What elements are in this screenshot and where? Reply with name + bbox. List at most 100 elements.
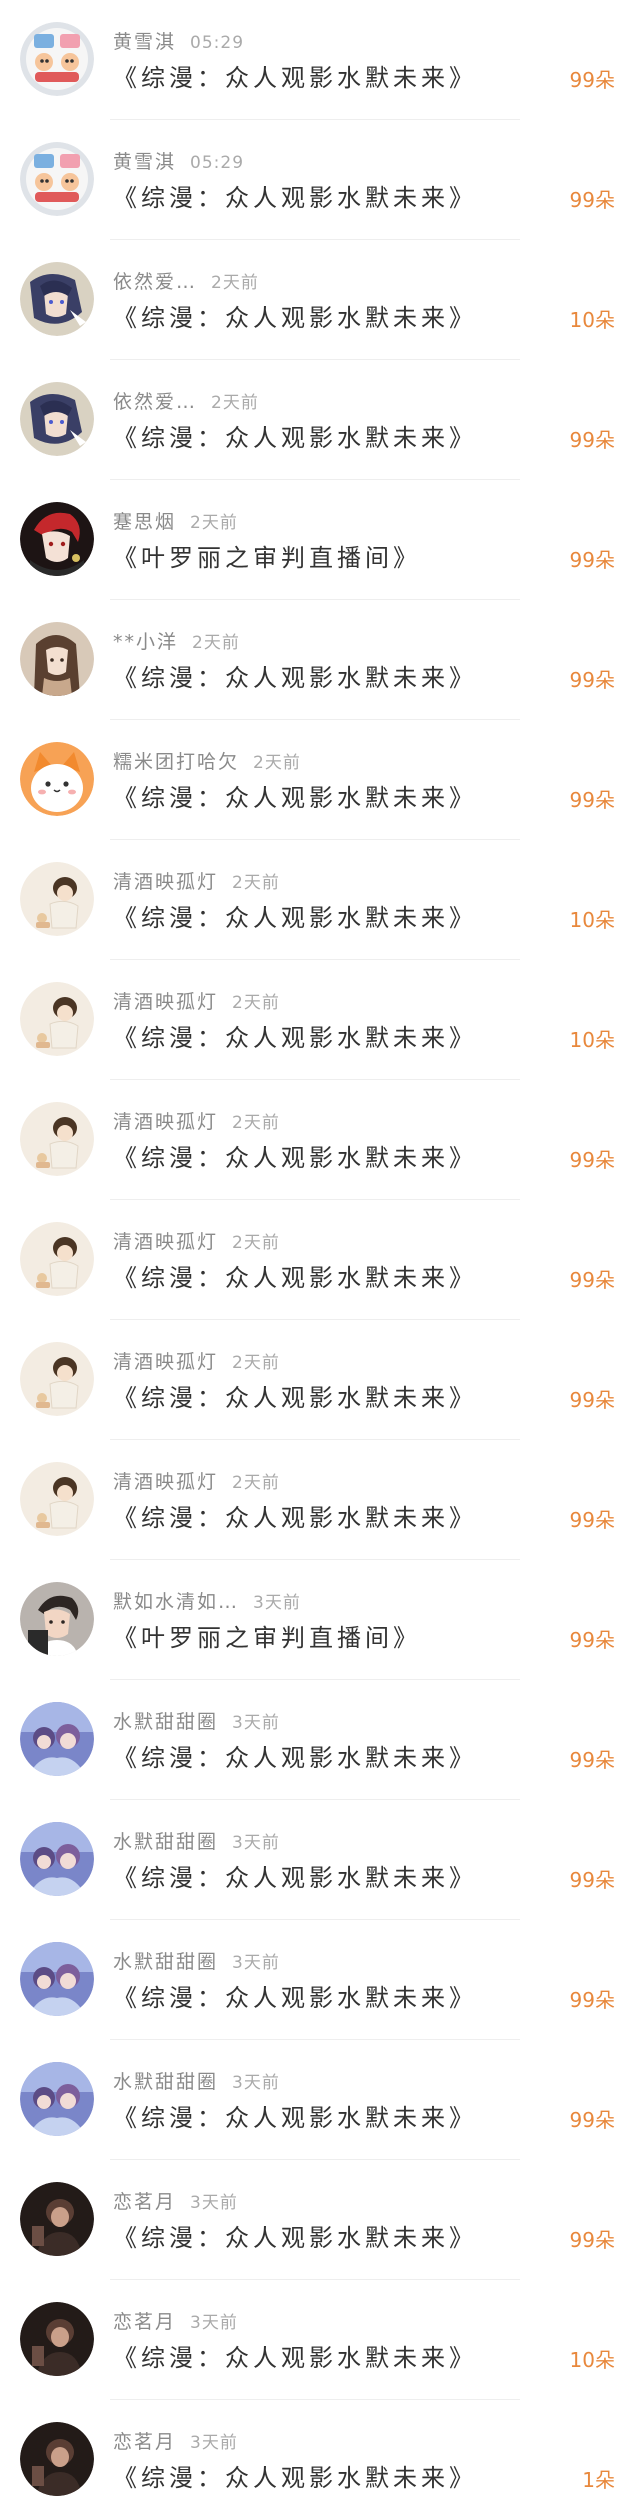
user-name[interactable]: 水默甜甜圈 bbox=[113, 1951, 218, 1973]
room-title[interactable]: 《叶罗丽之审判直播间》 bbox=[113, 1622, 421, 1654]
user-name[interactable]: 清酒映孤灯 bbox=[113, 1351, 218, 1373]
cartoon-sticker-avatar[interactable] bbox=[20, 142, 94, 216]
red-hair-anime-avatar[interactable] bbox=[20, 502, 94, 576]
user-name[interactable]: 黄雪淇 bbox=[113, 151, 176, 173]
anime-character-avatar[interactable] bbox=[20, 382, 94, 456]
record-meta: 黄雪淇 05:29 bbox=[113, 150, 244, 175]
list-item[interactable]: 恋茗月 3天前 《综漫：众人观影水默未来》 10朵 bbox=[0, 2280, 640, 2400]
room-title[interactable]: 《综漫：众人观影水默未来》 bbox=[113, 2102, 477, 2134]
user-name[interactable]: 蹇思烟 bbox=[113, 511, 176, 533]
room-title[interactable]: 《综漫：众人观影水默未来》 bbox=[113, 1742, 477, 1774]
user-name[interactable]: 清酒映孤灯 bbox=[113, 991, 218, 1013]
list-item[interactable]: 清酒映孤灯 2天前 《综漫：众人观影水默未来》 99朵 bbox=[0, 1320, 640, 1440]
chibi-boy-avatar[interactable] bbox=[20, 862, 94, 936]
room-title[interactable]: 《综漫：众人观影水默未来》 bbox=[113, 902, 477, 934]
user-name[interactable]: 水默甜甜圈 bbox=[113, 1711, 218, 1733]
chibi-boy-avatar[interactable] bbox=[20, 1102, 94, 1176]
list-item[interactable]: 清酒映孤灯 2天前 《综漫：众人观影水默未来》 10朵 bbox=[0, 960, 640, 1080]
user-name[interactable]: 清酒映孤灯 bbox=[113, 871, 218, 893]
room-title[interactable]: 《综漫：众人观影水默未来》 bbox=[113, 302, 477, 334]
blue-anime-group-avatar[interactable] bbox=[20, 1702, 94, 1776]
gift-count: 1朵 bbox=[582, 2468, 615, 2492]
user-name[interactable]: 恋茗月 bbox=[113, 2431, 176, 2453]
user-name[interactable]: 清酒映孤灯 bbox=[113, 1471, 218, 1493]
room-title[interactable]: 《综漫：众人观影水默未来》 bbox=[113, 1262, 477, 1294]
list-item[interactable]: **小洋 2天前 《综漫：众人观影水默未来》 99朵 bbox=[0, 600, 640, 720]
user-name[interactable]: 黄雪淇 bbox=[113, 31, 176, 53]
list-item[interactable]: 黄雪淇 05:29 《综漫：众人观影水默未来》 99朵 bbox=[0, 120, 640, 240]
room-title[interactable]: 《综漫：众人观影水默未来》 bbox=[113, 1022, 477, 1054]
chibi-boy-avatar[interactable] bbox=[20, 982, 94, 1056]
record-time: 3天前 bbox=[190, 2193, 238, 2213]
chibi-boy-avatar[interactable] bbox=[20, 1462, 94, 1536]
list-item[interactable]: 依然爱… 2天前 《综漫：众人观影水默未来》 99朵 bbox=[0, 360, 640, 480]
user-name[interactable]: 水默甜甜圈 bbox=[113, 1831, 218, 1853]
list-item[interactable]: 清酒映孤灯 2天前 《综漫：众人观影水默未来》 99朵 bbox=[0, 1440, 640, 1560]
anime-character-avatar[interactable] bbox=[20, 262, 94, 336]
list-item[interactable]: 黄雪淇 05:29 《综漫：众人观影水默未来》 99朵 bbox=[0, 0, 640, 120]
record-time: 3天前 bbox=[232, 2073, 280, 2093]
gift-count: 99朵 bbox=[569, 2228, 615, 2252]
record-meta: 依然爱… 2天前 bbox=[113, 390, 259, 415]
gift-count: 10朵 bbox=[569, 908, 615, 932]
dark-portrait-avatar[interactable] bbox=[20, 2302, 94, 2376]
list-item[interactable]: 水默甜甜圈 3天前 《综漫：众人观影水默未来》 99朵 bbox=[0, 2040, 640, 2160]
blue-anime-group-avatar[interactable] bbox=[20, 2062, 94, 2136]
orange-cat-avatar[interactable] bbox=[20, 742, 94, 816]
room-title[interactable]: 《综漫：众人观影水默未来》 bbox=[113, 182, 477, 214]
record-time: 3天前 bbox=[253, 1593, 301, 1613]
list-item[interactable]: 水默甜甜圈 3天前 《综漫：众人观影水默未来》 99朵 bbox=[0, 1680, 640, 1800]
user-name[interactable]: 水默甜甜圈 bbox=[113, 2071, 218, 2093]
list-item[interactable]: 蹇思烟 2天前 《叶罗丽之审判直播间》 99朵 bbox=[0, 480, 640, 600]
room-title[interactable]: 《综漫：众人观影水默未来》 bbox=[113, 1982, 477, 2014]
record-time: 2天前 bbox=[211, 393, 259, 413]
record-time: 2天前 bbox=[232, 993, 280, 1013]
room-title[interactable]: 《综漫：众人观影水默未来》 bbox=[113, 1142, 477, 1174]
blue-anime-group-avatar[interactable] bbox=[20, 1942, 94, 2016]
list-item[interactable]: 恋茗月 3天前 《综漫：众人观影水默未来》 1朵 bbox=[0, 2400, 640, 2520]
record-time: 3天前 bbox=[190, 2313, 238, 2333]
gift-count: 99朵 bbox=[569, 548, 615, 572]
list-item[interactable]: 默如水清如… 3天前 《叶罗丽之审判直播间》 99朵 bbox=[0, 1560, 640, 1680]
chibi-boy-avatar[interactable] bbox=[20, 1222, 94, 1296]
room-title[interactable]: 《综漫：众人观影水默未来》 bbox=[113, 1502, 477, 1534]
room-title[interactable]: 《综漫：众人观影水默未来》 bbox=[113, 2462, 477, 2494]
list-item[interactable]: 水默甜甜圈 3天前 《综漫：众人观影水默未来》 99朵 bbox=[0, 1800, 640, 1920]
user-name[interactable]: 恋茗月 bbox=[113, 2311, 176, 2333]
room-title[interactable]: 《综漫：众人观影水默未来》 bbox=[113, 782, 477, 814]
user-name[interactable]: 清酒映孤灯 bbox=[113, 1111, 218, 1133]
list-item[interactable]: 清酒映孤灯 2天前 《综漫：众人观影水默未来》 99朵 bbox=[0, 1080, 640, 1200]
room-title[interactable]: 《综漫：众人观影水默未来》 bbox=[113, 1382, 477, 1414]
gift-record-list: 黄雪淇 05:29 《综漫：众人观影水默未来》 99朵 黄雪淇 05:29 《综漫：… bbox=[0, 0, 640, 2520]
room-title[interactable]: 《综漫：众人观影水默未来》 bbox=[113, 2342, 477, 2374]
user-name[interactable]: **小洋 bbox=[113, 631, 178, 653]
room-title[interactable]: 《综漫：众人观影水默未来》 bbox=[113, 422, 477, 454]
room-title[interactable]: 《叶罗丽之审判直播间》 bbox=[113, 542, 421, 574]
user-name[interactable]: 恋茗月 bbox=[113, 2191, 176, 2213]
user-name[interactable]: 糯米团打哈欠 bbox=[113, 751, 239, 773]
list-item[interactable]: 水默甜甜圈 3天前 《综漫：众人观影水默未来》 99朵 bbox=[0, 1920, 640, 2040]
chibi-boy-avatar[interactable] bbox=[20, 1342, 94, 1416]
room-title[interactable]: 《综漫：众人观影水默未来》 bbox=[113, 2222, 477, 2254]
user-name[interactable]: 依然爱… bbox=[113, 271, 197, 293]
gift-count: 99朵 bbox=[569, 428, 615, 452]
user-name[interactable]: 清酒映孤灯 bbox=[113, 1231, 218, 1253]
list-item[interactable]: 恋茗月 3天前 《综漫：众人观影水默未来》 99朵 bbox=[0, 2160, 640, 2280]
blue-anime-group-avatar[interactable] bbox=[20, 1822, 94, 1896]
dark-portrait-avatar[interactable] bbox=[20, 2422, 94, 2496]
room-title[interactable]: 《综漫：众人观影水默未来》 bbox=[113, 662, 477, 694]
long-hair-girl-avatar[interactable] bbox=[20, 622, 94, 696]
room-title[interactable]: 《综漫：众人观影水默未来》 bbox=[113, 1862, 477, 1894]
young-man-photo-avatar[interactable] bbox=[20, 1582, 94, 1656]
room-title[interactable]: 《综漫：众人观影水默未来》 bbox=[113, 62, 477, 94]
dark-portrait-avatar[interactable] bbox=[20, 2182, 94, 2256]
list-item[interactable]: 依然爱… 2天前 《综漫：众人观影水默未来》 10朵 bbox=[0, 240, 640, 360]
list-item[interactable]: 清酒映孤灯 2天前 《综漫：众人观影水默未来》 10朵 bbox=[0, 840, 640, 960]
list-item[interactable]: 糯米团打哈欠 2天前 《综漫：众人观影水默未来》 99朵 bbox=[0, 720, 640, 840]
list-item[interactable]: 清酒映孤灯 2天前 《综漫：众人观影水默未来》 99朵 bbox=[0, 1200, 640, 1320]
user-name[interactable]: 依然爱… bbox=[113, 391, 197, 413]
record-time: 2天前 bbox=[232, 1353, 280, 1373]
cartoon-sticker-avatar[interactable] bbox=[20, 22, 94, 96]
record-time: 05:29 bbox=[190, 33, 245, 53]
user-name[interactable]: 默如水清如… bbox=[113, 1591, 239, 1613]
